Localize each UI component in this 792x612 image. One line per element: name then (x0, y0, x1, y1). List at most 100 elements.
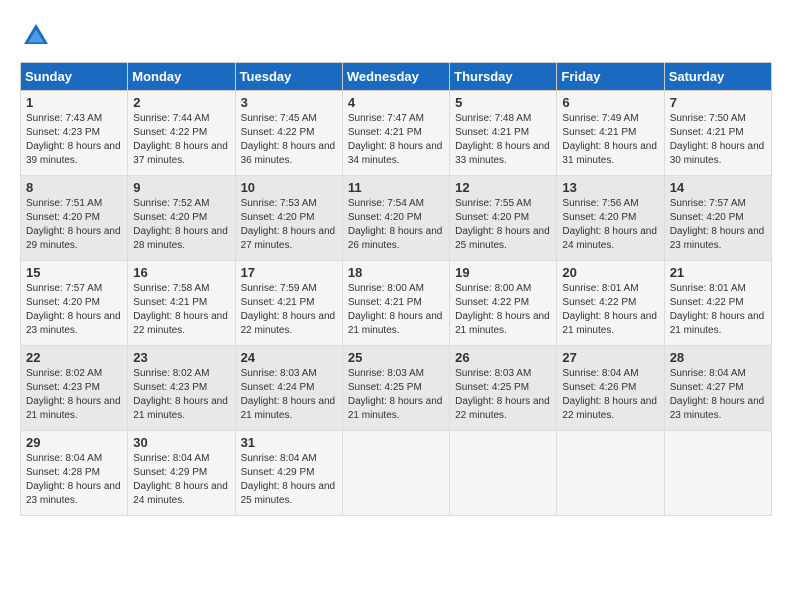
day-info: Sunrise: 8:04 AMSunset: 4:27 PMDaylight:… (670, 367, 766, 423)
day-info: Sunrise: 7:44 AMSunset: 4:22 PMDaylight:… (133, 112, 229, 168)
day-number: 18 (348, 265, 444, 280)
dow-header-monday: Monday (128, 63, 235, 91)
day-info: Sunrise: 8:01 AMSunset: 4:22 PMDaylight:… (562, 282, 658, 338)
dow-header-tuesday: Tuesday (235, 63, 342, 91)
day-info: Sunrise: 7:59 AMSunset: 4:21 PMDaylight:… (241, 282, 337, 338)
calendar-cell: 26 Sunrise: 8:03 AMSunset: 4:25 PMDayligh… (450, 346, 557, 431)
calendar-cell: 15 Sunrise: 7:57 AMSunset: 4:20 PMDayligh… (21, 261, 128, 346)
dow-header-friday: Friday (557, 63, 664, 91)
day-number: 31 (241, 435, 337, 450)
day-info: Sunrise: 8:03 AMSunset: 4:24 PMDaylight:… (241, 367, 337, 423)
day-info: Sunrise: 8:03 AMSunset: 4:25 PMDaylight:… (348, 367, 444, 423)
day-number: 12 (455, 180, 551, 195)
calendar-cell: 21 Sunrise: 8:01 AMSunset: 4:22 PMDayligh… (664, 261, 771, 346)
calendar-cell: 7 Sunrise: 7:50 AMSunset: 4:21 PMDaylight… (664, 91, 771, 176)
day-info: Sunrise: 7:56 AMSunset: 4:20 PMDaylight:… (562, 197, 658, 253)
logo-icon (20, 20, 52, 52)
calendar-week-1: 1 Sunrise: 7:43 AMSunset: 4:23 PMDaylight… (21, 91, 772, 176)
day-number: 26 (455, 350, 551, 365)
day-number: 17 (241, 265, 337, 280)
day-number: 22 (26, 350, 122, 365)
day-info: Sunrise: 8:01 AMSunset: 4:22 PMDaylight:… (670, 282, 766, 338)
calendar-cell: 8 Sunrise: 7:51 AMSunset: 4:20 PMDaylight… (21, 176, 128, 261)
calendar-cell: 22 Sunrise: 8:02 AMSunset: 4:23 PMDayligh… (21, 346, 128, 431)
day-number: 13 (562, 180, 658, 195)
calendar-cell: 20 Sunrise: 8:01 AMSunset: 4:22 PMDayligh… (557, 261, 664, 346)
day-number: 8 (26, 180, 122, 195)
calendar-cell (557, 431, 664, 516)
calendar-body: 1 Sunrise: 7:43 AMSunset: 4:23 PMDaylight… (21, 91, 772, 516)
day-number: 28 (670, 350, 766, 365)
calendar-cell (664, 431, 771, 516)
calendar-cell: 18 Sunrise: 8:00 AMSunset: 4:21 PMDayligh… (342, 261, 449, 346)
day-info: Sunrise: 7:43 AMSunset: 4:23 PMDaylight:… (26, 112, 122, 168)
calendar-cell: 3 Sunrise: 7:45 AMSunset: 4:22 PMDaylight… (235, 91, 342, 176)
calendar-cell: 9 Sunrise: 7:52 AMSunset: 4:20 PMDaylight… (128, 176, 235, 261)
day-number: 14 (670, 180, 766, 195)
calendar-week-3: 15 Sunrise: 7:57 AMSunset: 4:20 PMDayligh… (21, 261, 772, 346)
calendar-cell: 12Sunrise: 7:55 AMSunset: 4:20 PMDayligh… (450, 176, 557, 261)
calendar-cell: 13 Sunrise: 7:56 AMSunset: 4:20 PMDayligh… (557, 176, 664, 261)
day-number: 6 (562, 95, 658, 110)
dow-header-thursday: Thursday (450, 63, 557, 91)
day-info: Sunrise: 8:00 AMSunset: 4:22 PMDaylight:… (455, 282, 551, 338)
calendar-cell: 29Sunrise: 8:04 AMSunset: 4:28 PMDayligh… (21, 431, 128, 516)
day-info: Sunrise: 7:54 AMSunset: 4:20 PMDaylight:… (348, 197, 444, 253)
day-number: 2 (133, 95, 229, 110)
calendar-week-2: 8 Sunrise: 7:51 AMSunset: 4:20 PMDaylight… (21, 176, 772, 261)
calendar-cell: 2 Sunrise: 7:44 AMSunset: 4:22 PMDaylight… (128, 91, 235, 176)
day-info: Sunrise: 7:58 AMSunset: 4:21 PMDaylight:… (133, 282, 229, 338)
day-number: 9 (133, 180, 229, 195)
day-number: 11 (348, 180, 444, 195)
day-info: Sunrise: 8:03 AMSunset: 4:25 PMDaylight:… (455, 367, 551, 423)
calendar-cell: 5 Sunrise: 7:48 AMSunset: 4:21 PMDaylight… (450, 91, 557, 176)
day-number: 29 (26, 435, 122, 450)
day-info: Sunrise: 8:04 AMSunset: 4:29 PMDaylight:… (241, 452, 337, 508)
day-info: Sunrise: 8:04 AMSunset: 4:26 PMDaylight:… (562, 367, 658, 423)
day-info: Sunrise: 7:52 AMSunset: 4:20 PMDaylight:… (133, 197, 229, 253)
day-info: Sunrise: 8:02 AMSunset: 4:23 PMDaylight:… (133, 367, 229, 423)
day-info: Sunrise: 7:50 AMSunset: 4:21 PMDaylight:… (670, 112, 766, 168)
day-number: 27 (562, 350, 658, 365)
day-info: Sunrise: 7:51 AMSunset: 4:20 PMDaylight:… (26, 197, 122, 253)
calendar-cell: 10 Sunrise: 7:53 AMSunset: 4:20 PMDayligh… (235, 176, 342, 261)
day-number: 7 (670, 95, 766, 110)
dow-header-saturday: Saturday (664, 63, 771, 91)
calendar-cell: 4Sunrise: 7:47 AMSunset: 4:21 PMDaylight… (342, 91, 449, 176)
calendar-cell: 24Sunrise: 8:03 AMSunset: 4:24 PMDayligh… (235, 346, 342, 431)
day-info: Sunrise: 8:00 AMSunset: 4:21 PMDaylight:… (348, 282, 444, 338)
day-number: 3 (241, 95, 337, 110)
day-info: Sunrise: 7:57 AMSunset: 4:20 PMDaylight:… (670, 197, 766, 253)
calendar-cell: 23 Sunrise: 8:02 AMSunset: 4:23 PMDayligh… (128, 346, 235, 431)
day-number: 15 (26, 265, 122, 280)
day-info: Sunrise: 7:57 AMSunset: 4:20 PMDaylight:… (26, 282, 122, 338)
day-number: 30 (133, 435, 229, 450)
day-number: 5 (455, 95, 551, 110)
day-number: 23 (133, 350, 229, 365)
calendar-cell: 1 Sunrise: 7:43 AMSunset: 4:23 PMDaylight… (21, 91, 128, 176)
day-info: Sunrise: 7:47 AMSunset: 4:21 PMDaylight:… (348, 112, 444, 168)
day-info: Sunrise: 7:49 AMSunset: 4:21 PMDaylight:… (562, 112, 658, 168)
calendar-cell: 19Sunrise: 8:00 AMSunset: 4:22 PMDayligh… (450, 261, 557, 346)
day-number: 25 (348, 350, 444, 365)
calendar-cell: 16 Sunrise: 7:58 AMSunset: 4:21 PMDayligh… (128, 261, 235, 346)
day-info: Sunrise: 7:45 AMSunset: 4:22 PMDaylight:… (241, 112, 337, 168)
day-number: 16 (133, 265, 229, 280)
logo (20, 20, 56, 52)
calendar-cell (342, 431, 449, 516)
day-info: Sunrise: 8:02 AMSunset: 4:23 PMDaylight:… (26, 367, 122, 423)
calendar-cell: 25 Sunrise: 8:03 AMSunset: 4:25 PMDayligh… (342, 346, 449, 431)
calendar-table: SundayMondayTuesdayWednesdayThursdayFrid… (20, 62, 772, 516)
day-number: 10 (241, 180, 337, 195)
calendar-cell: 30Sunrise: 8:04 AMSunset: 4:29 PMDayligh… (128, 431, 235, 516)
dow-header-wednesday: Wednesday (342, 63, 449, 91)
day-info: Sunrise: 7:48 AMSunset: 4:21 PMDaylight:… (455, 112, 551, 168)
day-number: 20 (562, 265, 658, 280)
calendar-cell: 17 Sunrise: 7:59 AMSunset: 4:21 PMDayligh… (235, 261, 342, 346)
day-number: 1 (26, 95, 122, 110)
calendar-cell: 28 Sunrise: 8:04 AMSunset: 4:27 PMDayligh… (664, 346, 771, 431)
calendar-week-4: 22 Sunrise: 8:02 AMSunset: 4:23 PMDayligh… (21, 346, 772, 431)
day-number: 21 (670, 265, 766, 280)
calendar-cell: 27 Sunrise: 8:04 AMSunset: 4:26 PMDayligh… (557, 346, 664, 431)
day-info: Sunrise: 7:53 AMSunset: 4:20 PMDaylight:… (241, 197, 337, 253)
